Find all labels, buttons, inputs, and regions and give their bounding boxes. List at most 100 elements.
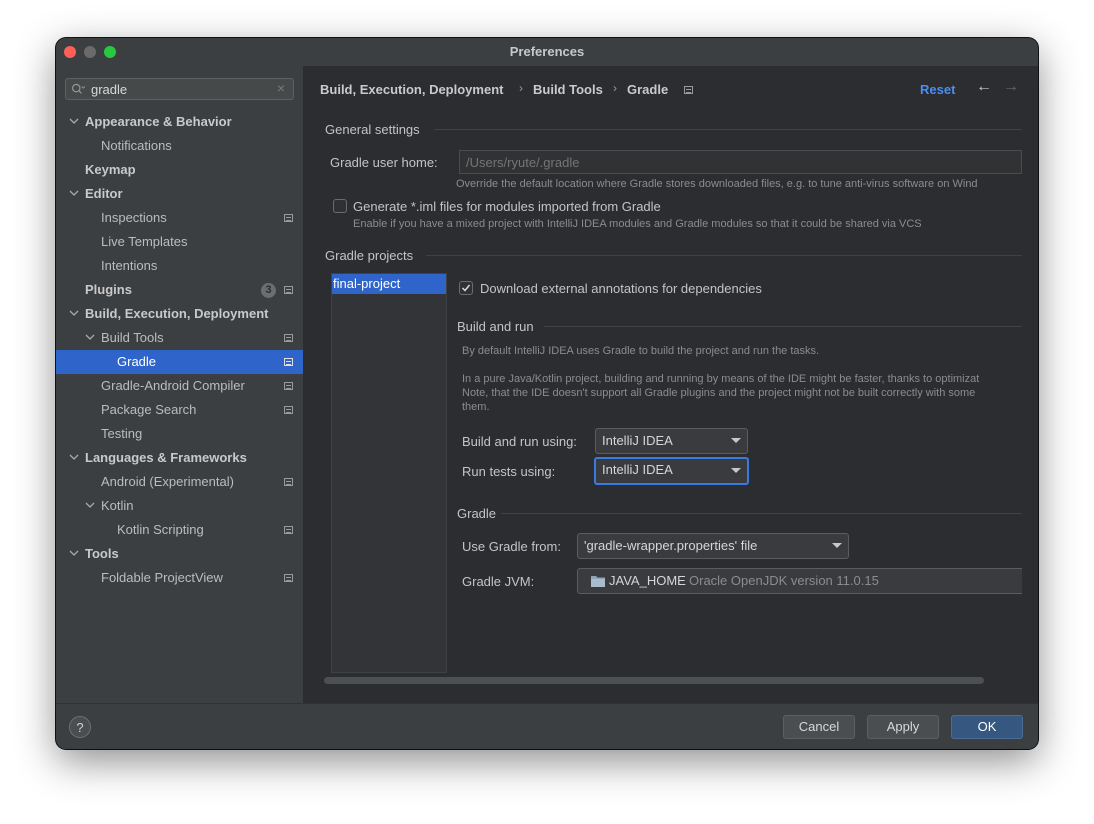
generate-iml-hint: Enable if you have a mixed project with … xyxy=(353,218,922,230)
sidebar-item-editor[interactable]: Editor xyxy=(56,182,303,206)
sidebar-item-keymap[interactable]: Keymap xyxy=(56,158,303,182)
sidebar-item-label: Foldable ProjectView xyxy=(101,570,223,585)
sidebar-item-label: Android (Experimental) xyxy=(101,474,234,489)
sidebar-item-languages-frameworks[interactable]: Languages & Frameworks xyxy=(56,446,303,470)
gradle-jvm-label: Gradle JVM: xyxy=(462,574,535,589)
gradle-section-header: Gradle xyxy=(457,506,497,521)
sidebar-item-build-tools[interactable]: Build Tools xyxy=(56,326,303,350)
sidebar-item-label: Notifications xyxy=(101,138,172,153)
project-settings-icon xyxy=(284,526,293,534)
sidebar-item-gradle[interactable]: Gradle xyxy=(56,350,303,374)
gradle-jvm-select[interactable]: JAVA_HOME Oracle OpenJDK version 11.0.15 xyxy=(577,568,1022,594)
gradle-user-home-label: Gradle user home: xyxy=(330,155,438,170)
window-title: Preferences xyxy=(509,44,585,59)
sidebar-item-kotlin[interactable]: Kotlin xyxy=(56,494,303,518)
project-list-item[interactable]: final-project xyxy=(332,274,446,294)
sidebar-item-label: Intentions xyxy=(101,258,158,273)
sidebar-item-label: Build Tools xyxy=(101,330,164,345)
apply-button[interactable]: Apply xyxy=(867,715,939,739)
chevron-down-icon[interactable] xyxy=(69,110,79,134)
help-button[interactable]: ? xyxy=(69,716,91,738)
build-run-description: Note, that the IDE doesn't support all G… xyxy=(462,387,976,399)
sidebar-item-label: Package Search xyxy=(101,402,197,417)
preferences-window: Preferences × Appearance & Behavior Noti… xyxy=(56,38,1038,749)
build-run-description: By default IntelliJ IDEA uses Gradle to … xyxy=(462,345,820,357)
clear-search-icon[interactable]: × xyxy=(277,80,285,96)
chevron-down-icon[interactable] xyxy=(69,446,79,470)
sidebar-item-foldable-projectview[interactable]: Foldable ProjectView xyxy=(56,566,303,590)
use-gradle-from-select[interactable]: 'gradle-wrapper.properties' file xyxy=(577,533,849,559)
breadcrumb-build-tools[interactable]: Build Tools xyxy=(533,82,603,97)
project-settings-icon xyxy=(284,406,293,414)
chevron-down-icon[interactable] xyxy=(69,302,79,326)
sidebar-item-intentions[interactable]: Intentions xyxy=(56,254,303,278)
project-settings-icon xyxy=(284,382,293,390)
horizontal-scrollbar[interactable] xyxy=(324,677,984,684)
sidebar-item-live-templates[interactable]: Live Templates xyxy=(56,230,303,254)
breadcrumb-separator-icon: › xyxy=(519,81,523,95)
ok-button[interactable]: OK xyxy=(951,715,1023,739)
search-input[interactable] xyxy=(91,81,271,97)
sidebar-item-label: Tools xyxy=(85,546,119,561)
sidebar-item-label: Keymap xyxy=(85,162,136,177)
run-tests-using-select[interactable]: IntelliJ IDEA xyxy=(594,457,749,485)
gradle-projects-header: Gradle projects xyxy=(325,248,414,263)
general-settings-header: General settings xyxy=(325,122,420,137)
build-and-run-using-select[interactable]: IntelliJ IDEA xyxy=(595,428,748,454)
generate-iml-checkbox[interactable] xyxy=(333,199,347,213)
sidebar-item-testing[interactable]: Testing xyxy=(56,422,303,446)
jvm-detail: Oracle OpenJDK version 11.0.15 xyxy=(689,573,879,588)
project-settings-icon xyxy=(284,286,293,294)
sidebar-item-label: Testing xyxy=(101,426,143,441)
forward-arrow-icon[interactable]: → xyxy=(1003,78,1019,96)
chevron-down-icon[interactable] xyxy=(85,326,95,350)
sidebar-item-label: Live Templates xyxy=(101,234,188,249)
sidebar-item-label: Editor xyxy=(85,186,123,201)
checkmark-icon xyxy=(461,284,471,292)
chevron-down-icon[interactable] xyxy=(85,494,95,518)
project-settings-icon xyxy=(684,86,693,94)
dialog-footer: ? Cancel Apply OK xyxy=(56,703,1038,749)
breadcrumb-build-execution-deployment[interactable]: Build, Execution, Deployment xyxy=(320,82,503,97)
folder-icon xyxy=(591,576,605,587)
sidebar-item-plugins[interactable]: Plugins 3 xyxy=(56,278,303,302)
title-bar: Preferences xyxy=(56,38,1038,66)
section-divider xyxy=(426,255,1022,256)
settings-search[interactable]: × xyxy=(65,78,294,100)
build-run-description: In a pure Java/Kotlin project, building … xyxy=(462,373,980,385)
run-tests-using-label: Run tests using: xyxy=(462,464,556,479)
cancel-button[interactable]: Cancel xyxy=(783,715,855,739)
select-value: IntelliJ IDEA xyxy=(602,462,673,477)
sidebar-item-build-execution-deployment[interactable]: Build, Execution, Deployment xyxy=(56,302,303,326)
project-settings-icon xyxy=(284,358,293,366)
sidebar-item-label: Kotlin xyxy=(101,498,134,513)
sidebar-item-label: Build, Execution, Deployment xyxy=(85,306,269,321)
project-settings-icon xyxy=(284,214,293,222)
gradle-user-home-hint: Override the default location where Grad… xyxy=(456,178,978,190)
sidebar-item-package-search[interactable]: Package Search xyxy=(56,398,303,422)
download-annotations-checkbox[interactable] xyxy=(459,281,473,295)
sidebar-item-gradle-android-compiler[interactable]: Gradle-Android Compiler xyxy=(56,374,303,398)
sidebar-item-tools[interactable]: Tools xyxy=(56,542,303,566)
chevron-down-icon xyxy=(731,468,741,473)
back-arrow-icon[interactable]: ← xyxy=(976,78,992,96)
reset-link[interactable]: Reset xyxy=(920,82,955,97)
settings-sidebar: × Appearance & Behavior Notifications Ke… xyxy=(56,66,303,703)
sidebar-item-android-experimental[interactable]: Android (Experimental) xyxy=(56,470,303,494)
select-value: 'gradle-wrapper.properties' file xyxy=(584,538,758,553)
sidebar-item-label: Plugins xyxy=(85,282,132,297)
sidebar-item-kotlin-scripting[interactable]: Kotlin Scripting xyxy=(56,518,303,542)
sidebar-item-label: Kotlin Scripting xyxy=(117,522,204,537)
sidebar-item-notifications[interactable]: Notifications xyxy=(56,134,303,158)
download-annotations-label: Download external annotations for depend… xyxy=(480,281,762,296)
sidebar-item-appearance-behavior[interactable]: Appearance & Behavior xyxy=(56,110,303,134)
generate-iml-label: Generate *.iml files for modules importe… xyxy=(353,199,661,214)
breadcrumb-gradle: Gradle xyxy=(627,82,669,97)
gradle-user-home-field[interactable] xyxy=(459,150,1022,174)
search-icon xyxy=(72,83,85,94)
sidebar-item-label: Appearance & Behavior xyxy=(85,114,232,129)
use-gradle-from-label: Use Gradle from: xyxy=(462,539,561,554)
sidebar-item-inspections[interactable]: Inspections xyxy=(56,206,303,230)
chevron-down-icon[interactable] xyxy=(69,542,79,566)
chevron-down-icon[interactable] xyxy=(69,182,79,206)
